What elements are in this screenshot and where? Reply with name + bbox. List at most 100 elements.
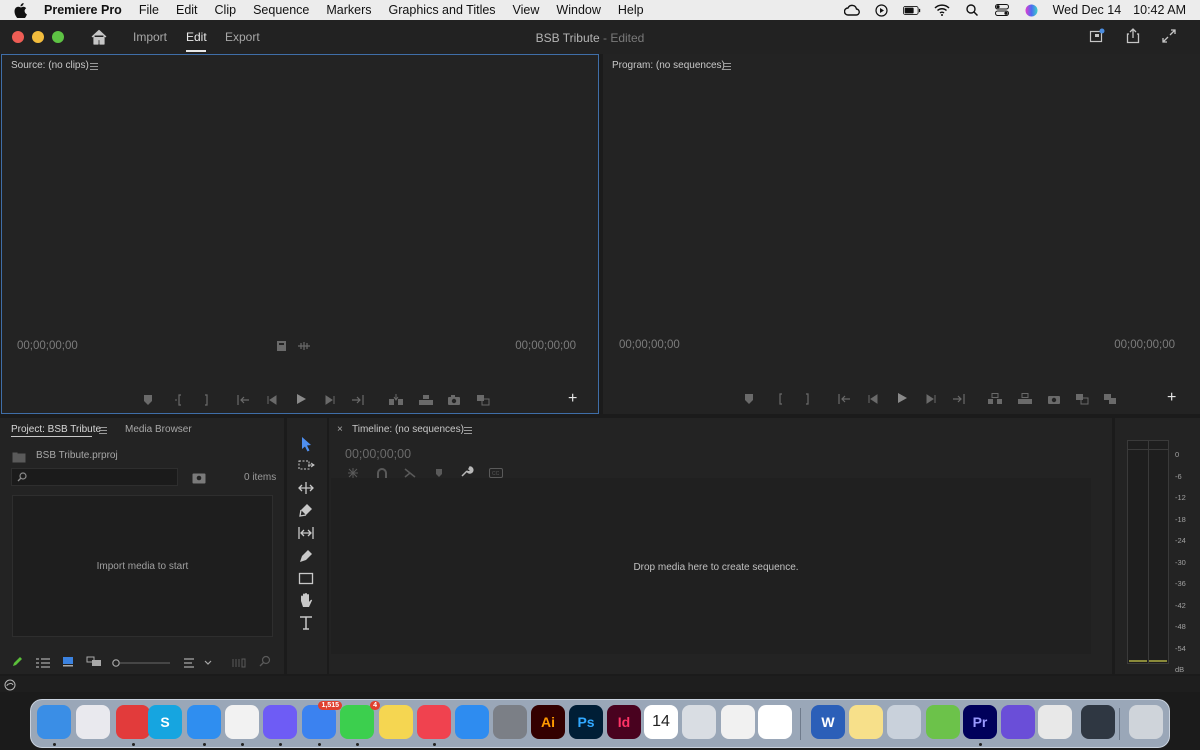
timeline-playhead-timecode[interactable]: 00;00;00;00 xyxy=(345,447,411,461)
razor-tool-icon[interactable] xyxy=(296,501,318,521)
source-monitor-title[interactable]: Source: (no clips) xyxy=(11,60,89,71)
source-monitor-panel[interactable]: Source: (no clips) 00;00;00;00 00;00;00;… xyxy=(1,54,599,414)
calendar-icon[interactable]: 14 xyxy=(644,705,678,739)
overwrite-icon[interactable] xyxy=(418,393,433,405)
add-marker-icon[interactable] xyxy=(142,393,156,405)
photoshop-icon[interactable]: Ps xyxy=(569,705,603,739)
pen-tool-icon[interactable] xyxy=(296,546,318,566)
status-creative-cloud-icon[interactable] xyxy=(4,678,16,696)
acrobat-icon[interactable] xyxy=(721,705,755,739)
source-playhead-timecode[interactable]: 00;00;00;00 xyxy=(17,340,78,352)
finder-icon[interactable] xyxy=(37,705,71,739)
apple-menu-icon[interactable] xyxy=(14,2,32,18)
step-forward-icon[interactable] xyxy=(925,392,939,404)
image-capture-icon[interactable] xyxy=(887,705,921,739)
menu-app-name[interactable]: Premiere Pro xyxy=(44,3,122,17)
freeform-view-icon[interactable] xyxy=(86,654,102,672)
ripple-edit-tool-icon[interactable] xyxy=(296,478,318,498)
play-icon[interactable] xyxy=(295,392,309,404)
automate-to-sequence-icon[interactable] xyxy=(232,655,246,673)
mark-in-icon[interactable] xyxy=(775,392,789,405)
hand-tool-icon[interactable] xyxy=(296,590,318,610)
play-circle-icon[interactable] xyxy=(873,3,891,17)
drag-audio-only-icon[interactable] xyxy=(297,339,311,351)
list-view-icon[interactable] xyxy=(36,655,50,673)
step-back-icon[interactable] xyxy=(867,392,881,404)
mark-out-icon[interactable] xyxy=(200,393,214,406)
sims-icon[interactable] xyxy=(926,705,960,739)
project-panel[interactable]: Project: BSB Tribute Media Browser BSB T… xyxy=(0,418,284,674)
launchpad-icon[interactable] xyxy=(76,705,110,739)
type-tool-icon[interactable] xyxy=(296,613,318,633)
rectangle-tool-icon[interactable] xyxy=(296,568,318,588)
go-to-in-icon[interactable] xyxy=(837,392,851,404)
find-icon[interactable] xyxy=(192,471,206,489)
preview-icon[interactable] xyxy=(682,705,716,739)
quick-export-icon[interactable] xyxy=(1089,28,1107,46)
wifi-icon[interactable] xyxy=(933,3,951,17)
activity-monitor-icon[interactable] xyxy=(1081,705,1115,739)
project-search-input[interactable] xyxy=(11,468,178,486)
zoom-slider[interactable] xyxy=(112,655,170,673)
step-back-icon[interactable] xyxy=(266,393,280,405)
trash-icon[interactable] xyxy=(1129,705,1163,739)
share-icon[interactable] xyxy=(1125,28,1143,46)
mark-out-icon[interactable] xyxy=(801,392,815,405)
menubar-time[interactable]: 10:42 AM xyxy=(1133,3,1186,17)
control-center-icon[interactable] xyxy=(993,3,1011,17)
timeline-settings-wrench-icon[interactable] xyxy=(461,464,475,477)
linked-selection-icon[interactable] xyxy=(404,465,418,478)
indesign-icon[interactable]: Id xyxy=(607,705,641,739)
notes-app-icon[interactable] xyxy=(849,705,883,739)
track-select-tool-icon[interactable] xyxy=(296,456,318,476)
tab-media-browser[interactable]: Media Browser xyxy=(125,424,192,435)
program-button-editor-plus[interactable]: + xyxy=(1167,390,1176,406)
timeline-panel-menu-icon[interactable] xyxy=(464,427,472,434)
compare-view-icon[interactable] xyxy=(1075,392,1089,405)
notes-icon[interactable] xyxy=(379,705,413,739)
system-preferences-icon[interactable] xyxy=(493,705,527,739)
project-panel-menu-icon[interactable] xyxy=(99,427,107,434)
menu-view[interactable]: View xyxy=(513,3,540,17)
premiere-icon[interactable]: Pr xyxy=(963,705,997,739)
add-timeline-marker-icon[interactable] xyxy=(434,465,448,477)
find-search-icon[interactable] xyxy=(259,654,271,672)
app-store-icon[interactable] xyxy=(455,705,489,739)
lift-icon[interactable] xyxy=(987,392,1002,404)
step-forward-icon[interactable] xyxy=(324,393,338,405)
pencil-icon[interactable] xyxy=(12,654,24,672)
safari-icon[interactable] xyxy=(187,705,221,739)
play-icon[interactable] xyxy=(896,391,910,403)
program-monitor-panel[interactable]: Program: (no sequences) 00;00;00;00 00;0… xyxy=(603,54,1200,414)
timeline-panel[interactable]: × Timeline: (no sequences) 00;00;00;00 C… xyxy=(329,418,1112,674)
fullscreen-icon[interactable] xyxy=(1161,28,1179,46)
program-monitor-title[interactable]: Program: (no sequences) xyxy=(612,60,725,71)
tab-project[interactable]: Project: BSB Tribute xyxy=(11,424,101,435)
illustrator-icon[interactable]: Ai xyxy=(531,705,565,739)
program-panel-menu-icon[interactable] xyxy=(723,63,731,70)
selection-tool-icon[interactable] xyxy=(296,434,318,454)
program-playhead-timecode[interactable]: 00;00;00;00 xyxy=(619,339,680,351)
export-frame-icon[interactable] xyxy=(447,393,461,405)
menu-markers[interactable]: Markers xyxy=(326,3,371,17)
slack-icon[interactable] xyxy=(758,705,792,739)
compare-view-icon[interactable] xyxy=(476,393,490,406)
battery-icon[interactable] xyxy=(902,3,921,17)
word-icon[interactable]: W xyxy=(811,705,845,739)
icon-view-icon[interactable] xyxy=(62,654,74,672)
menu-sequence[interactable]: Sequence xyxy=(253,3,309,17)
music-icon[interactable] xyxy=(417,705,451,739)
menu-help[interactable]: Help xyxy=(618,3,644,17)
insert-icon[interactable] xyxy=(388,393,403,405)
project-bin-area[interactable]: Import media to start xyxy=(12,495,273,637)
skype-icon[interactable]: S xyxy=(148,705,182,739)
drag-video-only-icon[interactable] xyxy=(276,339,290,351)
imovie-icon[interactable] xyxy=(1001,705,1035,739)
source-panel-menu-icon[interactable] xyxy=(90,63,98,70)
timeline-drop-area[interactable]: Drop media here to create sequence. xyxy=(331,478,1091,654)
slip-tool-icon[interactable] xyxy=(296,523,318,543)
add-marker-icon[interactable] xyxy=(743,392,757,404)
source-button-editor-plus[interactable]: + xyxy=(568,391,577,407)
creative-cloud-icon[interactable] xyxy=(116,705,150,739)
messenger-icon[interactable] xyxy=(263,705,297,739)
